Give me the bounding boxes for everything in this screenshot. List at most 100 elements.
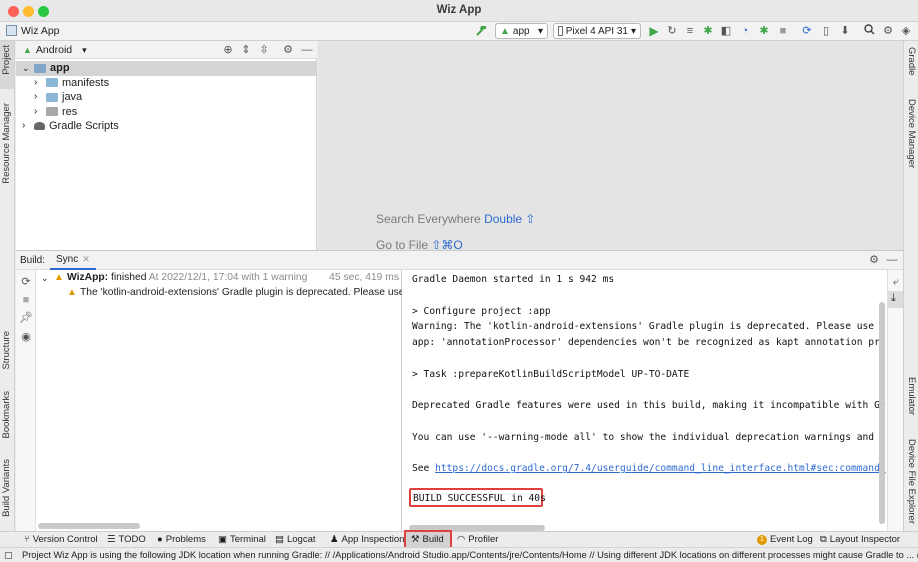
info-icon: ● [157,534,163,545]
settings-gear-icon[interactable]: ⚙ [867,253,881,267]
project-icon [6,25,17,36]
device-file-explorer-tool-tab[interactable]: Device File Explorer [906,439,917,524]
device-manager-icon[interactable]: ▯ [819,24,833,38]
chevron-right-icon: › [22,120,26,131]
tab-profiler[interactable]: ◠ Profiler [455,533,500,547]
chevron-down-icon: ⌄ [22,63,30,73]
build-result: BUILD SUCCESSFUL in 40s [413,493,546,504]
title-bar: Wiz App [0,0,918,22]
hide-panel-icon[interactable]: — [300,43,314,57]
profile-icon[interactable]: ◔ [738,24,752,38]
gradle-elephant-icon [34,122,45,131]
tab-logcat[interactable]: ▤ Logcat [273,533,318,547]
build-variants-tool-tab[interactable]: Build Variants [1,459,12,517]
tab-app-inspection[interactable]: ♟ App Inspection [328,533,406,547]
docs-line: See https://docs.gradle.org/7.4/userguid… [412,463,886,475]
emulator-tool-tab[interactable]: Emulator [906,377,917,415]
run-config-dropdown[interactable]: ▲ app ▾ [495,23,548,39]
branch-icon: ⑂ [24,534,30,545]
expand-all-icon[interactable]: ⇕ [239,43,253,57]
console-side-toolbar: ⤶ ⤓ [879,270,903,532]
status-message[interactable]: Project Wiz App is using the following J… [22,548,918,562]
scroll-to-end-icon[interactable]: ⤓ [888,291,903,308]
project-name[interactable]: Wiz App [21,25,60,37]
bottom-tool-tabs: ⑂ Version Control ☰ TODO ● Problems ▣ Termin… [0,530,918,549]
tab-layout-inspector[interactable]: ⧉ Layout Inspector [818,533,902,547]
tab-event-log[interactable]: 1 Event Log [755,533,815,547]
android-icon: ▲ [500,25,510,37]
build-console-output[interactable]: Gradle Daemon started in 1 s 942 ms > Co… [403,270,887,532]
tab-problems[interactable]: ● Problems [155,533,208,547]
build-tool-window: Build: Sync ✕ ⚙ — ⟳ ■ 📌︎ ◉ ⌄ ▲ WizApp: f… [16,250,903,532]
search-icon[interactable] [862,24,876,38]
attach-debugger-icon[interactable]: ◧ [719,24,733,38]
run-coverage-icon[interactable]: ✱ [757,24,771,38]
folder-icon [46,92,58,102]
resource-manager-tool-tab[interactable]: Resource Manager [1,103,12,184]
resources-folder-icon [46,107,58,117]
phone-icon [558,26,563,36]
tree-item-manifests[interactable]: › manifests [16,76,317,91]
settings-gear-icon[interactable]: ⚙ [281,43,295,57]
tree-item-gradle-scripts[interactable]: › Gradle Scripts [16,119,317,134]
hammer-icon: ⚒ [411,534,420,545]
vertical-scrollbar[interactable] [879,302,885,524]
assistant-icon[interactable]: ◈ [899,24,913,38]
gradle-tool-tab[interactable]: Gradle [906,47,917,76]
stop-icon[interactable]: ■ [776,24,790,38]
soft-wrap-icon[interactable]: ⤶ [889,275,903,289]
tab-sync[interactable]: Sync ✕ [50,251,96,270]
select-opened-file-icon[interactable]: ⊕ [221,43,235,57]
editor-empty-area[interactable]: Search Everywhere Double ⇧ Go to File ⇧⌘… [318,41,903,252]
build-label: Build: [20,255,46,266]
run-icon[interactable]: ▶ [647,24,661,38]
pin-icon[interactable]: 📌︎ [19,311,33,325]
toggle-tool-windows-icon[interactable]: ▢ [4,548,13,562]
search-everywhere-hint: Search Everywhere Double ⇧ [376,212,536,226]
module-folder-icon [34,63,46,73]
project-view-selector[interactable]: ▲ Android ▾ [23,44,87,56]
structure-tool-tab[interactable]: Structure [1,331,12,370]
tree-item-java[interactable]: › java [16,90,317,105]
build-tree-warning-item[interactable]: ▲ The 'kotlin-android-extensions' Gradle… [36,286,402,300]
right-tool-strip: Gradle Device Manager Emulator Device Fi… [903,41,918,547]
settings-gear-icon[interactable]: ⚙ [881,24,895,38]
chevron-down-icon: ▾ [82,44,87,55]
chevron-right-icon: › [34,91,38,102]
chevron-down-icon: ▾ [537,25,543,37]
gradle-docs-link[interactable]: https://docs.gradle.org/7.4/userguide/co… [435,463,886,474]
close-tab-icon[interactable]: ✕ [82,254,90,268]
project-tool-tab[interactable]: Project [0,41,14,89]
apply-changes-icon[interactable]: ≡ [683,24,697,38]
build-tree-root[interactable]: ⌄ ▲ WizApp: finished At 2022/12/1, 17:04… [36,271,402,285]
tab-todo[interactable]: ☰ TODO [105,533,148,547]
hide-panel-icon[interactable]: — [885,253,899,267]
device-manager-tool-tab[interactable]: Device Manager [906,99,917,168]
folder-icon [46,78,58,88]
build-duration: 45 sec, 419 ms [329,272,399,283]
resync-icon[interactable]: ⟳ [19,275,33,289]
build-panel-header: Build: Sync ✕ ⚙ — [16,251,903,270]
sync-gradle-icon[interactable]: ⟳ [800,24,814,38]
chevron-down-icon: ▾ [630,25,636,37]
tree-item-res[interactable]: › res [16,105,317,120]
chevron-down-icon: ⌄ [41,273,49,283]
rerun-icon[interactable]: ↻ [665,24,679,38]
inspection-icon: ♟ [330,534,339,545]
eye-icon[interactable]: ◉ [19,330,33,344]
horizontal-scrollbar[interactable] [38,523,140,529]
bookmarks-tool-tab[interactable]: Bookmarks [1,391,12,439]
left-tool-strip: Project Resource Manager Structure Bookm… [0,41,15,547]
collapse-all-icon[interactable]: ⇳ [257,43,271,57]
make-project-hammer-icon[interactable] [474,24,488,38]
chevron-right-icon: › [34,76,38,88]
window-title: Wiz App [436,4,482,16]
device-dropdown[interactable]: Pixel 4 API 31 ▾ [553,23,641,39]
sdk-manager-icon[interactable]: ⬇ [838,24,852,38]
tab-terminal[interactable]: ▣ Terminal [216,533,268,547]
stop-icon[interactable]: ■ [19,293,33,307]
tree-item-app[interactable]: ⌄ app [16,61,317,76]
main-toolbar: Wiz App ▲ app ▾ Pixel 4 API 31 ▾ ▶ ↻ ≡ ✱… [0,22,918,41]
debug-icon[interactable]: ✱ [701,24,715,38]
tab-version-control[interactable]: ⑂ Version Control [22,533,100,547]
